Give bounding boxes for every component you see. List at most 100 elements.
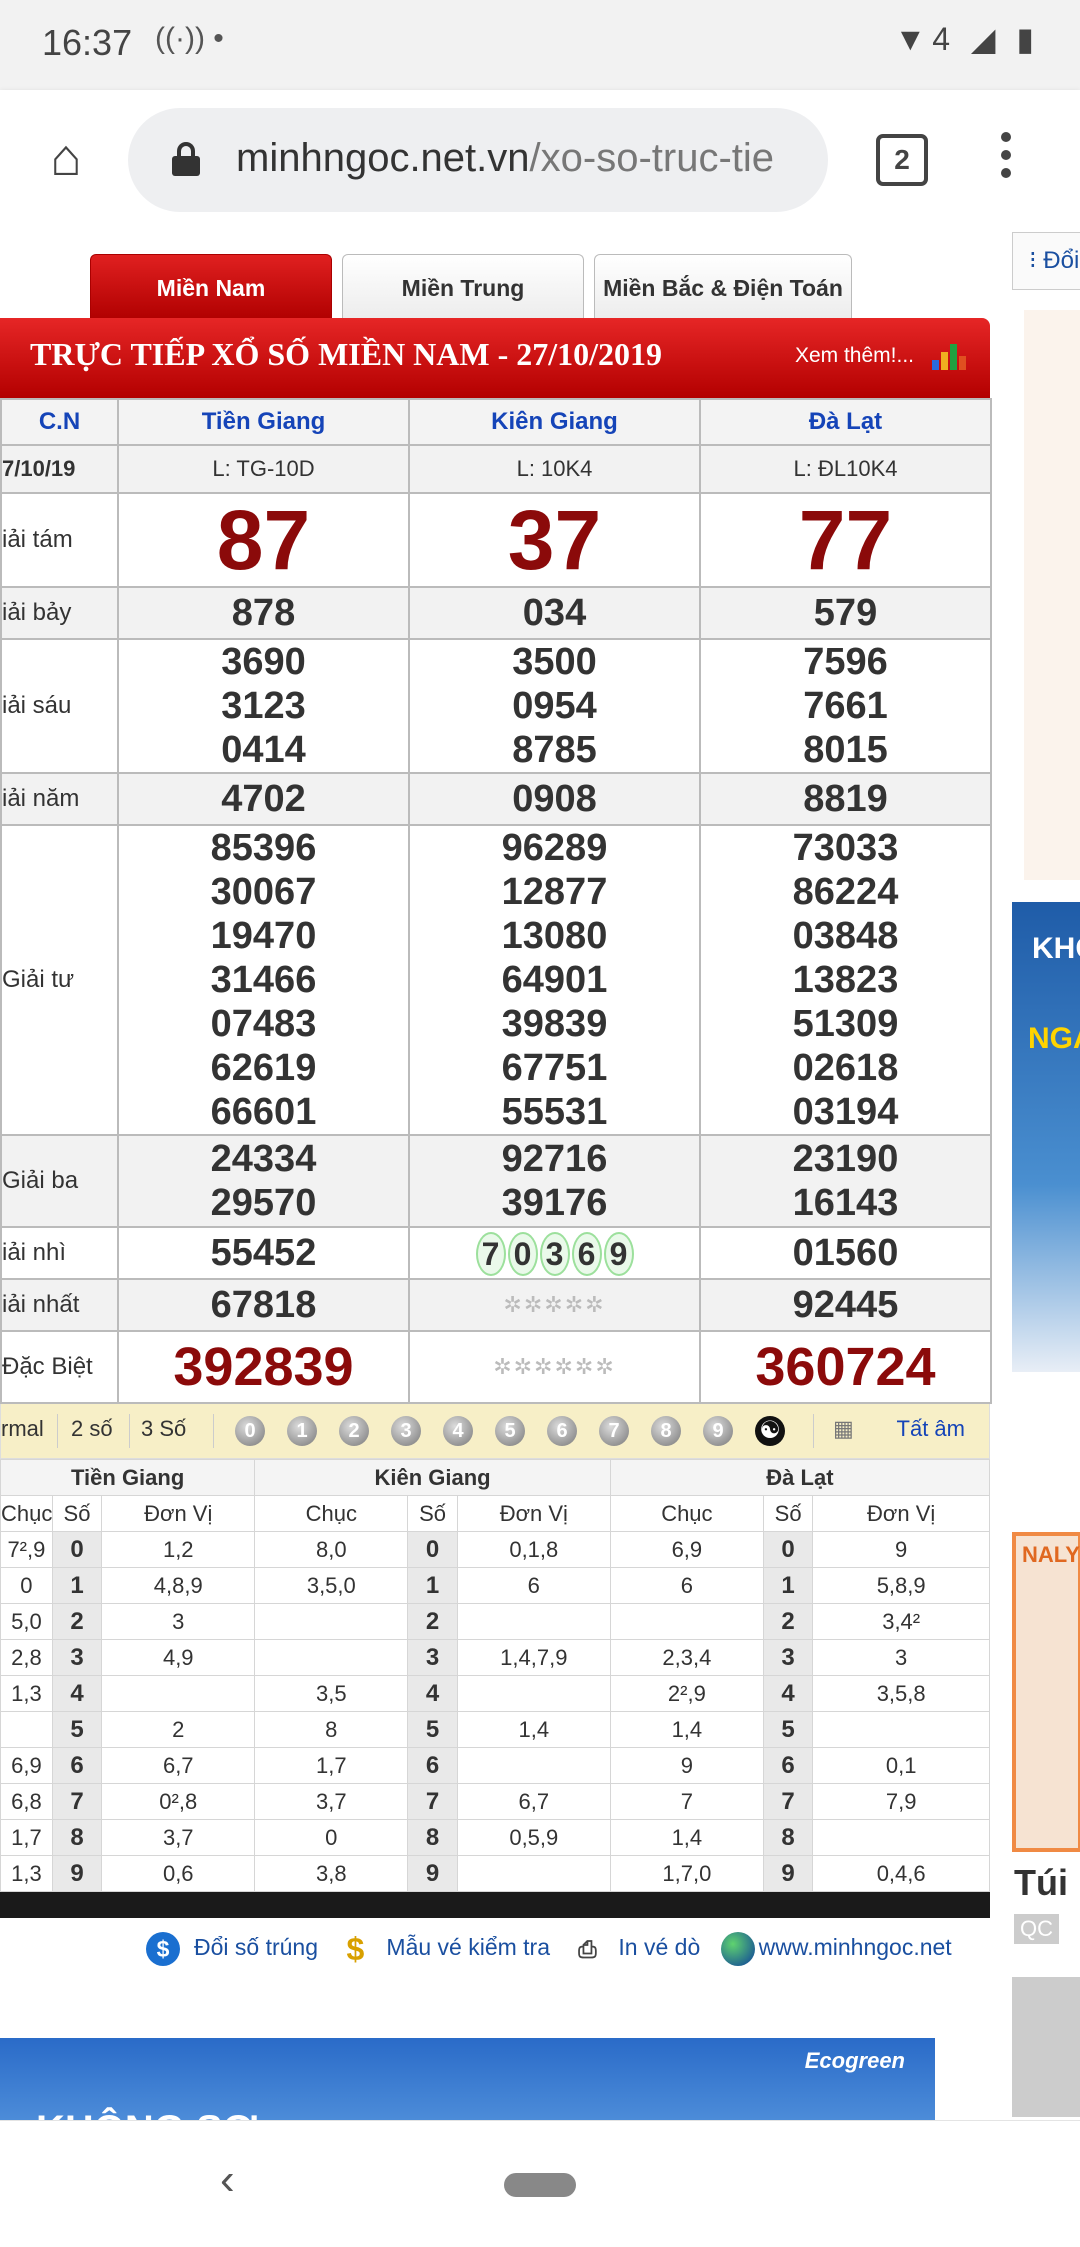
side-ad-blank[interactable] — [1024, 310, 1080, 880]
prize-8: 87 — [216, 493, 311, 587]
province-header[interactable]: Đà Lạt — [699, 398, 992, 446]
loto-digit: 1 — [762, 1567, 814, 1604]
option-3-digits[interactable]: 3 Số — [141, 1416, 186, 1442]
loto-cell: 9 — [812, 1531, 990, 1568]
tab-mien-trung[interactable]: Miền Trung — [342, 254, 584, 320]
home-pill[interactable] — [504, 2173, 576, 2197]
digit-filter-1[interactable]: 1 — [287, 1416, 317, 1446]
panel-footer-bar — [0, 1892, 990, 1918]
mute-all-toggle[interactable]: Tất âm — [897, 1416, 965, 1442]
digit-filter-5[interactable]: 5 — [495, 1416, 525, 1446]
tab-switcher-button[interactable]: 2 — [876, 134, 928, 186]
digit-filter-6[interactable]: 6 — [547, 1416, 577, 1446]
prize-6: 3500 — [512, 641, 597, 683]
loto-row: 1,3 9 0,6 3,8 9 1,7,0 9 0,4,6 — [0, 1855, 990, 1892]
link-mau-ve[interactable]: Mẫu vé kiểm tra — [386, 1934, 550, 1960]
province-header[interactable]: Tiền Giang — [117, 398, 410, 446]
link-doi-so[interactable]: Đổi số trúng — [194, 1934, 318, 1960]
col-donvi: Đơn Vị — [812, 1495, 990, 1532]
loto-digit: 4 — [762, 1675, 814, 1712]
option-normal[interactable]: rmal — [1, 1416, 44, 1442]
prize-3: 29570 — [210, 1182, 317, 1224]
loto-cell: 3,7 — [254, 1783, 409, 1820]
option-2-digits[interactable]: 2 số — [71, 1416, 113, 1442]
ticket-code: L: 10K4 — [408, 444, 701, 494]
prize-6: 0414 — [221, 729, 306, 771]
digit-filter-2[interactable]: 2 — [339, 1416, 369, 1446]
prize-2: 01560 — [792, 1232, 899, 1274]
loto-cell: 1,3 — [0, 1855, 53, 1892]
prize-label: iải sáu — [0, 638, 119, 774]
results-table: C.N Tiền Giang Kiên Giang Đà Lạt 7/10/19… — [0, 398, 992, 1404]
loto-digit: 3 — [51, 1639, 103, 1676]
loto-cell: 6 — [609, 1567, 764, 1604]
home-icon[interactable]: ⌂ — [36, 128, 96, 188]
address-bar[interactable]: minhngoc.net.vn/xo-so-truc-tie — [128, 108, 828, 212]
results-title-bar: TRỰC TIẾP XỔ SỐ MIỀN NAM - 27/10/2019 Xe… — [0, 318, 990, 398]
see-more-link[interactable]: Xem thêm!... — [795, 344, 914, 368]
loto-cell: 6,8 — [0, 1783, 53, 1820]
prize-4: 19470 — [210, 915, 317, 957]
loto-digit: 4 — [51, 1675, 103, 1712]
side-ad-supplement[interactable]: KHC NGẠ — [1012, 902, 1080, 1372]
prize-6: 7596 — [803, 641, 888, 683]
loto-cell — [0, 1711, 53, 1748]
prize-1-pending: ✲✲✲✲✲ — [503, 1292, 606, 1317]
chart-icon[interactable] — [932, 340, 968, 370]
url-text[interactable]: minhngoc.net.vn/xo-so-truc-tie — [236, 136, 774, 181]
loto-digit: 2 — [51, 1603, 103, 1640]
loto-cell: 2 — [101, 1711, 256, 1748]
side-ad-text1: KHC — [1032, 932, 1080, 965]
prize-label: iải nhì — [0, 1226, 119, 1280]
link-in-ve[interactable]: In vé dò — [618, 1934, 700, 1960]
loto-digit: 9 — [51, 1855, 103, 1892]
side-doi-link[interactable]: ⁝ Đổi — [1012, 232, 1080, 290]
digit-filter-3[interactable]: 3 — [391, 1416, 421, 1446]
sound-icon[interactable]: ▦ — [833, 1416, 854, 1442]
loto-cell — [101, 1675, 256, 1712]
loto-cell: 3,7 — [101, 1819, 256, 1856]
side-ad-image[interactable] — [1012, 1977, 1080, 2117]
browser-toolbar: ⌂ minhngoc.net.vn/xo-so-truc-tie 2 — [0, 90, 1080, 232]
prize-5: 0908 — [512, 778, 597, 820]
loto-row: 6,9 6 6,7 1,7 6 9 6 0,1 — [0, 1747, 990, 1784]
province-header[interactable]: Kiên Giang — [408, 398, 701, 446]
side-ad-title[interactable]: Túi — [1014, 1862, 1068, 1904]
prize-4: 67751 — [501, 1047, 608, 1089]
loto-cell: 6,9 — [609, 1531, 764, 1568]
digit-filter-7[interactable]: 7 — [599, 1416, 629, 1446]
footer-links: $ Đổi số trúng $ Mẫu vé kiểm tra ⎙ In vé dò… — [146, 1932, 966, 1966]
loto-cell: 1,7 — [254, 1747, 409, 1784]
digit-filter-4[interactable]: 4 — [443, 1416, 473, 1446]
tab-mien-nam[interactable]: Miền Nam — [90, 254, 332, 320]
prize-4: 30067 — [210, 871, 317, 913]
more-menu-icon[interactable] — [994, 132, 1018, 188]
prize-4: 03848 — [792, 915, 899, 957]
tab-mien-bac[interactable]: Miền Bắc & Điện Toán — [594, 254, 852, 320]
prize-3: 16143 — [792, 1182, 899, 1224]
digit-filter-9[interactable]: 9 — [703, 1416, 733, 1446]
digit-filter-0[interactable]: 0 — [235, 1416, 265, 1446]
side-ad-bag[interactable]: NALY — [1012, 1532, 1080, 1852]
results-title: TRỰC TIẾP XỔ SỐ MIỀN NAM - 27/10/2019 — [30, 336, 663, 372]
loto-digit: 5 — [762, 1711, 814, 1748]
loto-digit: 5 — [51, 1711, 103, 1748]
link-site[interactable]: www.minhngoc.net — [759, 1934, 952, 1960]
prize-4: 07483 — [210, 1003, 317, 1045]
yin-yang-icon[interactable]: ☯ — [755, 1416, 785, 1446]
prize-4: 02618 — [792, 1047, 899, 1089]
loto-cell: 3,5,8 — [812, 1675, 990, 1712]
loto-digit: 0 — [762, 1531, 814, 1568]
back-chevron-icon[interactable]: ‹ — [220, 2155, 235, 2205]
bottom-ad-banner[interactable]: KHÔNG SỢ Ecogreen — [0, 2038, 935, 2120]
col-so: Số — [407, 1495, 458, 1532]
loto-cell: 6 — [456, 1567, 611, 1604]
digit-filter-8[interactable]: 8 — [651, 1416, 681, 1446]
loto-cell: 3,5,0 — [254, 1567, 409, 1604]
url-path: /xo-so-truc-tie — [529, 136, 775, 180]
prize-4: 13823 — [792, 959, 899, 1001]
loto-digit: 5 — [407, 1711, 458, 1748]
loto-digit: 4 — [407, 1675, 458, 1712]
prize-6: 8015 — [803, 729, 888, 771]
lock-icon — [172, 142, 200, 176]
